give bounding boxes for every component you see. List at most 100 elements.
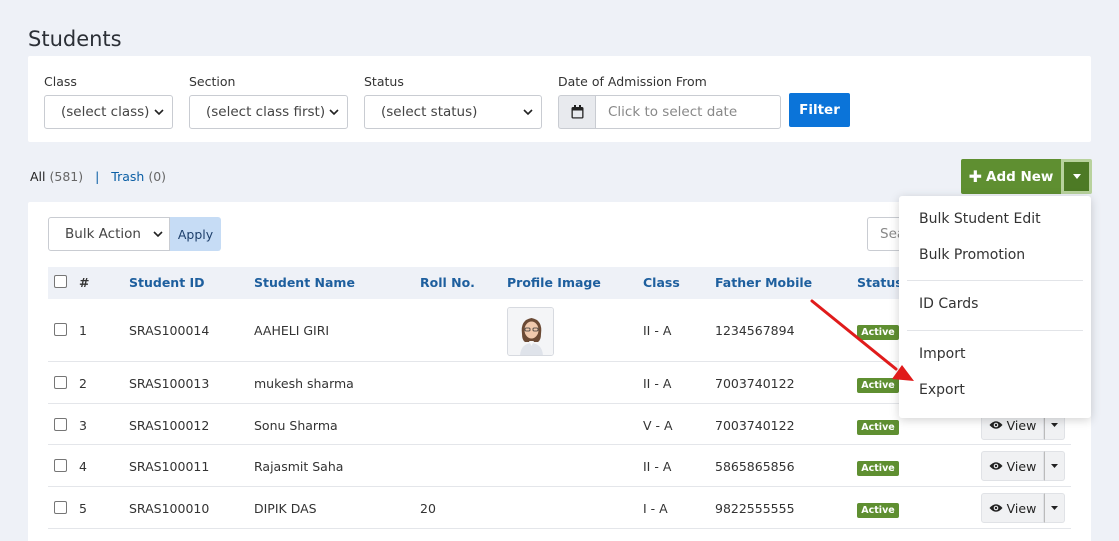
status-badge: Active — [857, 461, 899, 476]
profile-photo — [508, 308, 553, 355]
status-select-value: (select status) — [381, 104, 478, 120]
row-father-mobile: 7003740122 — [715, 376, 795, 391]
row-number: 3 — [79, 418, 87, 433]
page-title: Students — [28, 27, 122, 51]
bulk-action-value: Bulk Action — [65, 226, 141, 242]
row-checkbox[interactable] — [54, 501, 67, 514]
header-student-id[interactable]: Student ID — [129, 275, 205, 290]
menu-item-import[interactable]: Import — [919, 346, 965, 362]
status-badge: Active — [857, 420, 899, 435]
menu-divider — [907, 280, 1083, 281]
header-student-name[interactable]: Student Name — [254, 275, 355, 290]
row-actions-toggle[interactable] — [1044, 451, 1065, 481]
row-student-name: Rajasmit Saha — [254, 459, 344, 474]
row-father-mobile: 9822555555 — [715, 501, 795, 516]
row-number: 4 — [79, 459, 87, 474]
status-filter-label: Status — [364, 74, 404, 89]
tab-trash-label: Trash — [111, 169, 145, 184]
chevron-down-icon — [523, 109, 533, 116]
row-class: V - A — [643, 418, 673, 433]
section-select[interactable]: (select class first) — [189, 95, 348, 129]
view-button[interactable]: View — [981, 451, 1044, 481]
table-row: 5 SRAS100010 DIPIK DAS 20 I - A 98225555… — [48, 487, 1071, 529]
date-filter-label: Date of Admission From — [558, 74, 707, 89]
tab-all[interactable]: All (581) — [30, 169, 83, 184]
status-badge: Active — [857, 378, 899, 393]
plus-icon: ✚ — [968, 167, 982, 186]
chevron-down-icon — [329, 109, 339, 116]
filter-button[interactable]: Filter — [789, 93, 850, 127]
tab-trash[interactable]: Trash (0) — [111, 169, 166, 184]
date-picker: Click to select date — [558, 95, 781, 129]
status-tabs: All (581) | Trash (0) — [30, 169, 166, 184]
select-all-checkbox[interactable] — [54, 275, 67, 288]
row-checkbox[interactable] — [54, 418, 67, 431]
view-label: View — [1006, 458, 1037, 474]
add-new-group: ✚ Add New — [961, 159, 1092, 194]
header-profile-image: Profile Image — [507, 275, 601, 290]
row-class: I - A — [643, 501, 668, 516]
class-filter: Class (select class) — [44, 74, 173, 129]
view-button[interactable]: View — [981, 493, 1044, 523]
calendar-button[interactable] — [558, 95, 595, 129]
header-class[interactable]: Class — [643, 275, 680, 290]
menu-item-bulk-promotion[interactable]: Bulk Promotion — [919, 247, 1025, 263]
row-actions-toggle[interactable] — [1044, 493, 1065, 523]
menu-item-export[interactable]: Export — [919, 382, 965, 398]
menu-item-id-cards[interactable]: ID Cards — [919, 296, 978, 312]
caret-down-icon — [1051, 506, 1058, 510]
class-filter-label: Class — [44, 74, 77, 89]
eye-icon — [989, 421, 1003, 429]
avatar — [507, 307, 554, 356]
date-input-placeholder: Click to select date — [608, 104, 738, 120]
row-father-mobile: 7003740122 — [715, 418, 795, 433]
tab-trash-count: (0) — [148, 169, 167, 184]
status-badge: Active — [857, 325, 899, 340]
row-number: 2 — [79, 376, 87, 391]
bulk-action-select[interactable]: Bulk Action — [48, 217, 170, 251]
apply-button[interactable]: Apply — [170, 217, 221, 251]
status-filter: Status (select status) — [364, 74, 542, 129]
row-class: II - A — [643, 323, 672, 338]
class-select[interactable]: (select class) — [44, 95, 173, 129]
row-student-id: SRAS100012 — [129, 418, 210, 433]
row-checkbox[interactable] — [54, 376, 67, 389]
header-status[interactable]: Status — [857, 275, 903, 290]
row-student-name: Sonu Sharma — [254, 418, 338, 433]
add-new-button[interactable]: ✚ Add New — [961, 159, 1061, 194]
row-actions: View — [981, 493, 1065, 523]
caret-down-icon — [1051, 464, 1058, 468]
row-father-mobile: 1234567894 — [715, 323, 795, 338]
tab-all-count: (581) — [49, 169, 84, 184]
calendar-icon — [571, 105, 583, 119]
header-roll-no[interactable]: Roll No. — [420, 275, 475, 290]
menu-divider — [907, 330, 1083, 331]
menu-item-bulk-student-edit[interactable]: Bulk Student Edit — [919, 211, 1041, 227]
row-checkbox[interactable] — [54, 459, 67, 472]
caret-down-icon — [1051, 423, 1058, 427]
date-filter: Date of Admission From Click to select d… — [558, 74, 781, 129]
table-row: 4 SRAS100011 Rajasmit Saha II - A 586586… — [48, 445, 1071, 487]
add-new-dropdown-toggle[interactable] — [1061, 159, 1092, 194]
date-input[interactable]: Click to select date — [595, 95, 781, 129]
status-badge: Active — [857, 503, 899, 518]
row-student-id: SRAS100013 — [129, 376, 210, 391]
header-number: # — [79, 275, 90, 290]
row-checkbox[interactable] — [54, 323, 67, 336]
row-roll-no: 20 — [420, 501, 436, 516]
row-student-name: AAHELI GIRI — [254, 323, 330, 338]
status-select[interactable]: (select status) — [364, 95, 542, 129]
caret-down-icon — [1072, 174, 1081, 179]
chevron-down-icon — [153, 231, 163, 238]
chevron-down-icon — [154, 109, 164, 116]
section-filter: Section (select class first) — [189, 74, 348, 129]
row-student-id: SRAS100010 — [129, 501, 210, 516]
tab-separator: | — [95, 169, 100, 184]
section-filter-label: Section — [189, 74, 236, 89]
filter-panel: Class (select class) Section (select cla… — [28, 56, 1091, 142]
row-student-name: DIPIK DAS — [254, 501, 317, 516]
row-student-id: SRAS100014 — [129, 323, 210, 338]
header-father-mobile[interactable]: Father Mobile — [715, 275, 812, 290]
view-label: View — [1006, 500, 1037, 516]
tab-all-label: All — [30, 169, 46, 184]
